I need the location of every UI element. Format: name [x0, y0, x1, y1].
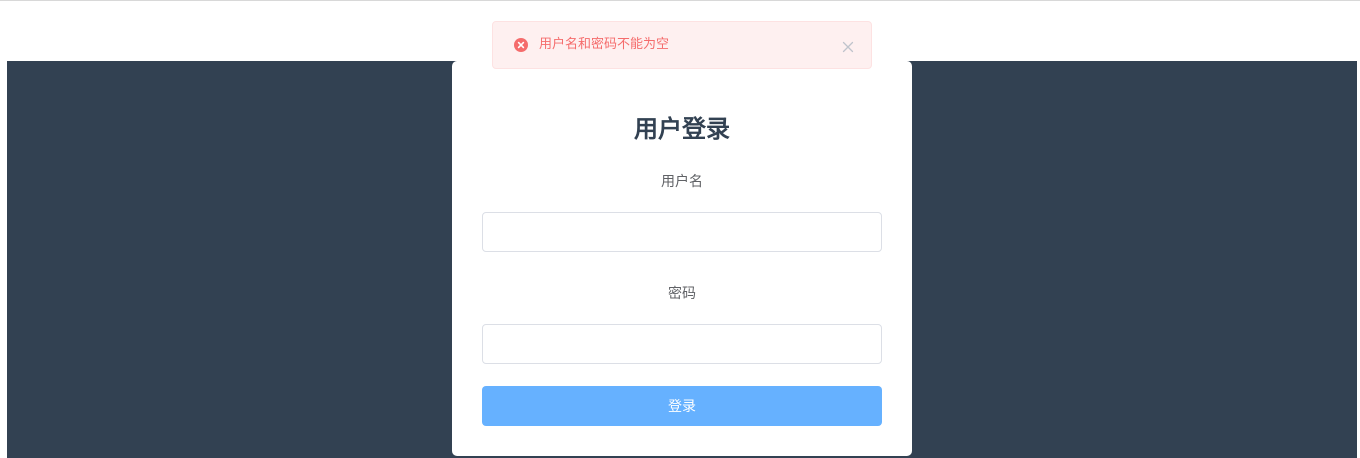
close-icon[interactable]	[842, 38, 854, 53]
username-label: 用户名	[661, 174, 703, 190]
error-alert: 用户名和密码不能为空	[492, 21, 872, 69]
username-input[interactable]	[482, 212, 882, 252]
error-alert-message: 用户名和密码不能为空	[539, 37, 670, 52]
password-label: 密码	[668, 286, 696, 302]
login-card: 用户登录 用户名 密码 登录	[452, 61, 912, 456]
login-button[interactable]: 登录	[482, 386, 882, 426]
error-circle-icon	[514, 38, 528, 52]
login-title: 用户登录	[634, 115, 730, 143]
password-input[interactable]	[482, 324, 882, 364]
top-border-line	[0, 0, 1360, 1]
